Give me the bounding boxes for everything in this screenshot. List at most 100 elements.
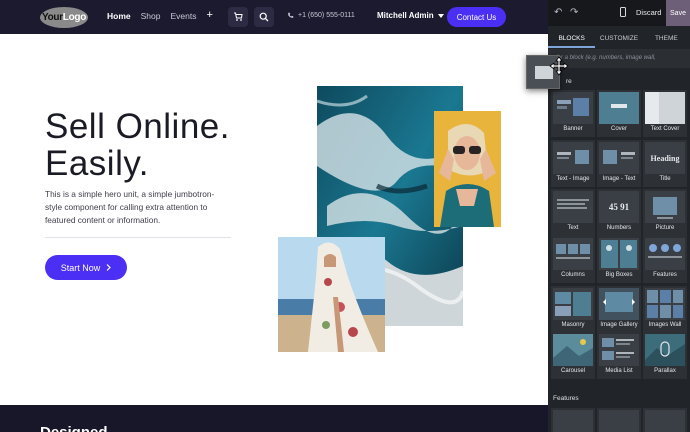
- block-thumbnail: [553, 92, 593, 124]
- search-icon: [259, 12, 269, 22]
- block-label: Features: [653, 272, 677, 278]
- block-tile-cover[interactable]: Cover: [597, 90, 641, 137]
- mobile-preview-icon[interactable]: [620, 7, 626, 17]
- block-tile-text-image[interactable]: Text - Image: [551, 140, 595, 187]
- logo-prefix: Your: [41, 12, 63, 23]
- block-thumbnail: [599, 142, 639, 174]
- nav-links: Home Shop Events +: [107, 10, 213, 22]
- block-thumbnail: [553, 191, 593, 223]
- save-button[interactable]: Save: [666, 0, 690, 26]
- nav-add-page-button[interactable]: +: [206, 10, 212, 21]
- panel-tabs: BLOCKS CUSTOMIZE THEME: [548, 30, 690, 48]
- nav-link-shop[interactable]: Shop: [141, 11, 161, 21]
- discard-button[interactable]: Discard: [636, 8, 661, 17]
- block-tile-banner[interactable]: Banner: [551, 90, 595, 137]
- admin-name: Mitchell Admin: [377, 11, 434, 20]
- block-thumbnail: [645, 92, 685, 124]
- block-tile-parallax[interactable]: Parallax: [643, 332, 687, 379]
- block-tile[interactable]: [551, 408, 595, 432]
- structure-section-label: re: [566, 78, 572, 85]
- block-thumbnail: [645, 238, 685, 270]
- block-label: Images Wall: [648, 322, 682, 328]
- tab-theme[interactable]: THEME: [643, 30, 690, 48]
- block-thumbnail-text: Heading: [650, 153, 680, 163]
- redo-icon[interactable]: ↷: [570, 7, 578, 18]
- block-label: Text - Image: [556, 176, 590, 182]
- block-label: Banner: [563, 126, 583, 132]
- block-label: Cover: [610, 126, 627, 132]
- block-tile-numbers[interactable]: 45 91 Numbers: [597, 189, 641, 236]
- move-cursor-icon: [549, 56, 569, 76]
- tab-blocks[interactable]: BLOCKS: [548, 30, 596, 48]
- section-heading: Designed: [40, 424, 108, 432]
- block-tile-title[interactable]: Heading Title: [643, 140, 687, 187]
- block-tile-masonry[interactable]: Masonry: [551, 286, 595, 333]
- block-label: Numbers: [606, 225, 632, 231]
- contact-us-button[interactable]: Contact Us: [447, 7, 506, 27]
- block-tile-columns[interactable]: Columns: [551, 236, 595, 283]
- block-tile-features[interactable]: Features: [643, 236, 687, 283]
- block-thumbnail: [553, 334, 593, 366]
- block-thumbnail: [599, 334, 639, 366]
- site-navbar: Your Logo Home Shop Events + +1 (650) 555…: [0, 0, 548, 34]
- block-thumbnail: [553, 238, 593, 270]
- block-thumbnail: [553, 142, 593, 174]
- hero-description: This is a simple hero unit, a simple jum…: [45, 189, 215, 225]
- block-tile-image-gallery[interactable]: Image Gallery: [597, 286, 641, 333]
- block-tile[interactable]: [643, 408, 687, 432]
- phone-number: +1 (650) 555-0111: [298, 12, 355, 19]
- start-now-label: Start Now: [60, 262, 101, 273]
- block-thumbnail: [599, 288, 639, 320]
- block-tile-carousel[interactable]: Carousel: [551, 332, 595, 379]
- phone-info[interactable]: +1 (650) 555-0111: [287, 12, 355, 19]
- block-tile-text-cover[interactable]: Text Cover: [643, 90, 687, 137]
- block-thumbnail: [645, 288, 685, 320]
- block-thumbnail: [599, 92, 639, 124]
- block-label: Parallax: [654, 368, 676, 374]
- block-search-input[interactable]: for a block (e.g. numbers, image wall,: [548, 49, 690, 68]
- block-thumbnail: [645, 334, 685, 366]
- block-label: Picture: [655, 225, 675, 231]
- block-label: Text Cover: [650, 126, 680, 132]
- block-label: Title: [659, 176, 671, 182]
- hero-image-woman[interactable]: [434, 111, 501, 227]
- block-thumbnail: 45 91: [599, 191, 639, 223]
- block-tile-media-list[interactable]: Media List: [597, 332, 641, 379]
- user-menu[interactable]: Mitchell Admin: [377, 11, 444, 20]
- block-thumbnail: Heading: [645, 142, 685, 174]
- tab-customize[interactable]: CUSTOMIZE: [595, 30, 642, 48]
- block-label: Carousel: [560, 368, 585, 374]
- hero-title: Sell Online. Easily.: [45, 108, 230, 182]
- panel-toolbar: ↶ ↷ Discard Save: [548, 0, 690, 26]
- block-thumbnail-text: 45 91: [608, 202, 630, 212]
- hero-title-line1: Sell Online.: [45, 107, 230, 146]
- block-tile-images-wall[interactable]: Images Wall: [643, 286, 687, 333]
- features-section-label: Features: [553, 395, 579, 402]
- hero-image-dress[interactable]: [278, 237, 385, 352]
- hero-divider: [45, 237, 231, 238]
- block-label: Image - Text: [602, 176, 636, 182]
- block-tile-big-boxes[interactable]: Big Boxes: [597, 236, 641, 283]
- cart-icon: [234, 12, 243, 21]
- block-tile-image-text[interactable]: Image - Text: [597, 140, 641, 187]
- caret-down-icon: [437, 13, 444, 18]
- nav-link-home[interactable]: Home: [107, 11, 131, 21]
- block-label: Text: [567, 225, 579, 231]
- block-tile-picture[interactable]: Picture: [643, 189, 687, 236]
- block-label: Masonry: [561, 322, 585, 328]
- undo-icon[interactable]: ↶: [554, 7, 562, 18]
- cart-button[interactable]: [228, 7, 248, 27]
- block-tile[interactable]: [597, 408, 641, 432]
- block-thumbnail: [599, 238, 639, 270]
- search-button[interactable]: [254, 7, 274, 27]
- block-label: Big Boxes: [605, 272, 633, 278]
- block-thumbnail: [553, 288, 593, 320]
- block-label: Image Gallery: [600, 322, 638, 328]
- nav-link-events[interactable]: Events: [170, 11, 196, 21]
- block-label: Media List: [605, 368, 633, 374]
- block-tile-text[interactable]: Text: [551, 189, 595, 236]
- site-logo[interactable]: Your Logo: [40, 7, 88, 28]
- logo-suffix: Logo: [62, 12, 87, 23]
- start-now-button[interactable]: Start Now: [45, 255, 127, 280]
- block-label: Columns: [561, 272, 585, 278]
